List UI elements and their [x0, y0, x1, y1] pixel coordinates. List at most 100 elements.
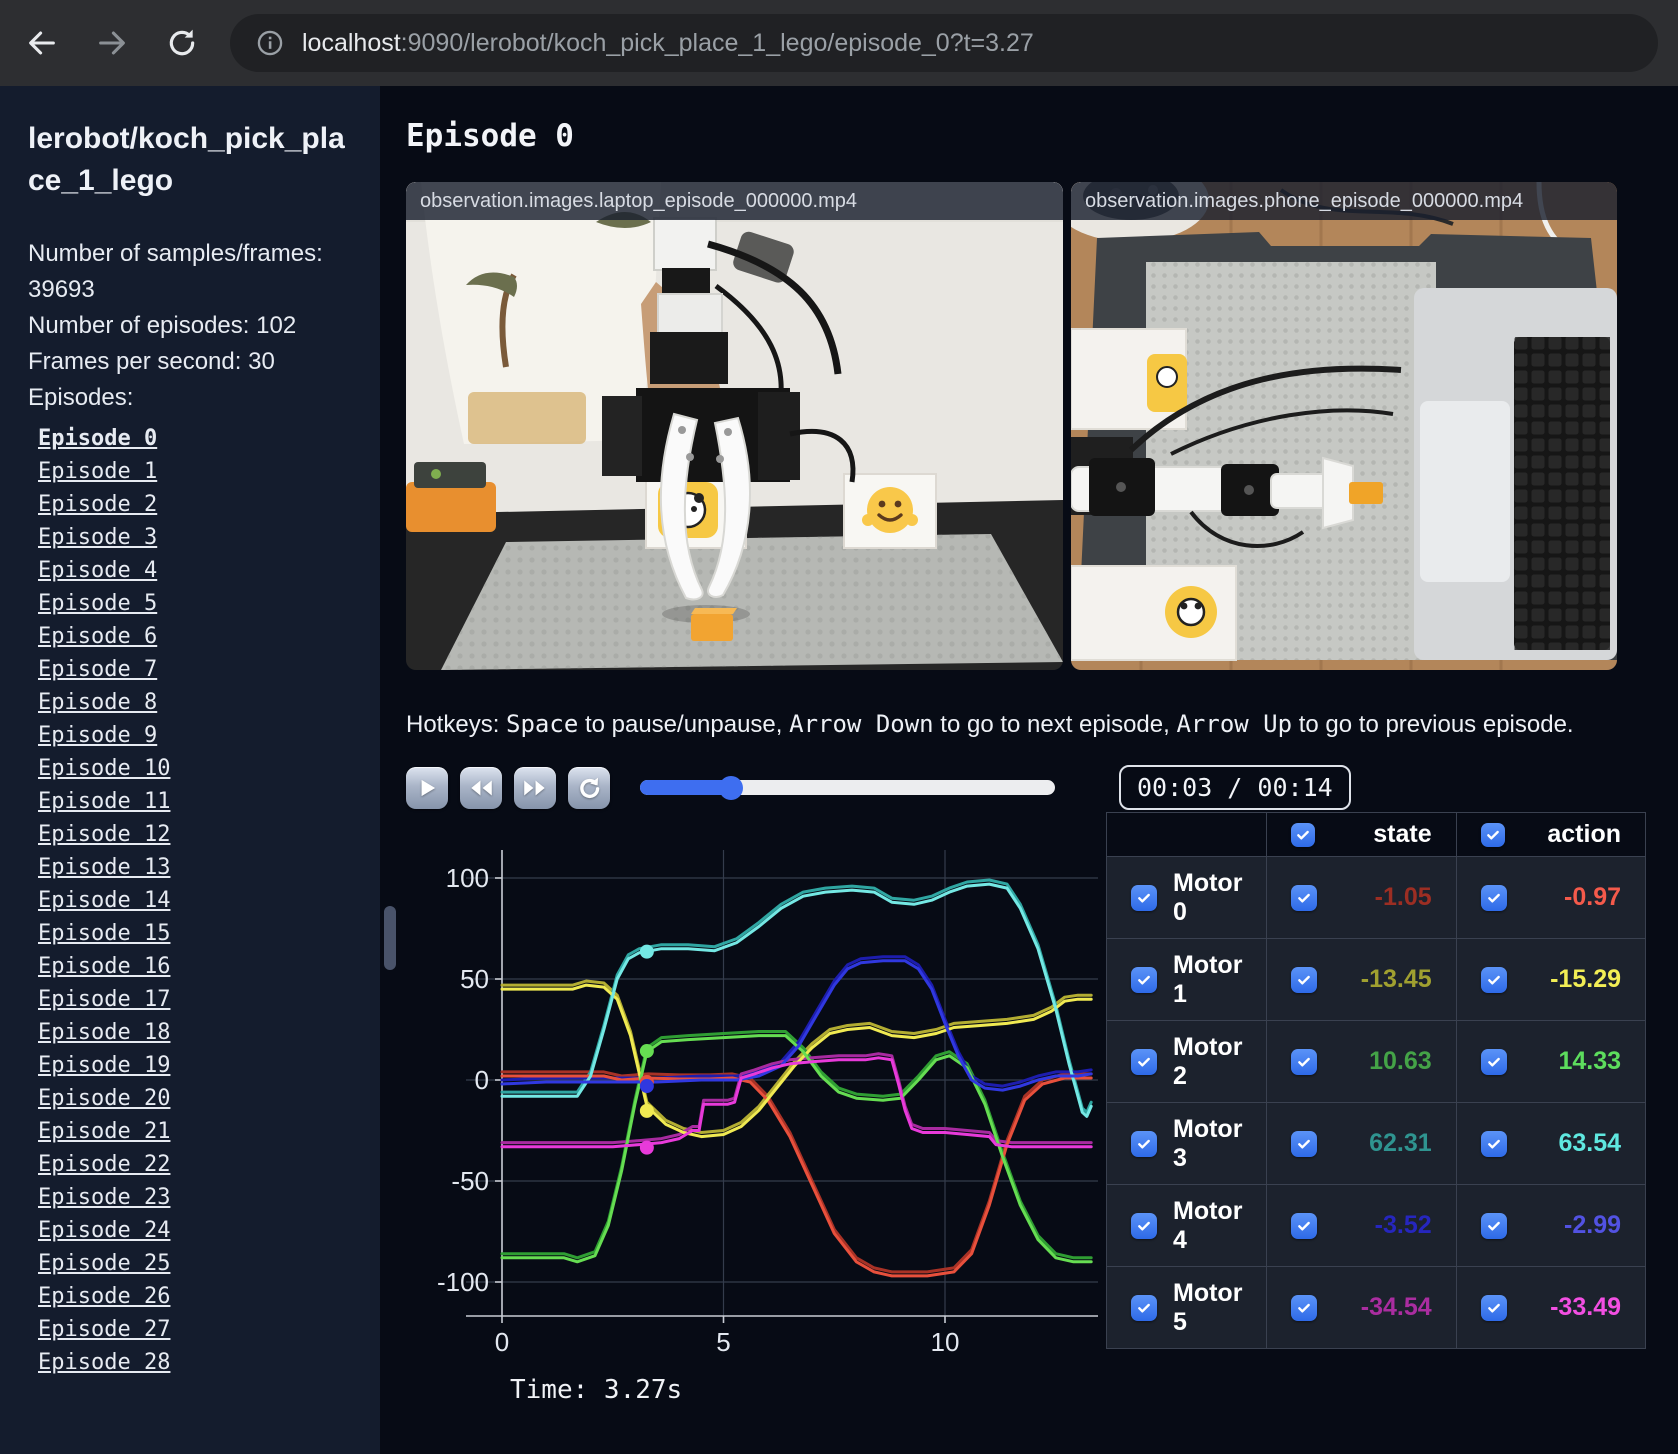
page-title: Episode 0: [406, 118, 574, 154]
svg-text:0: 0: [475, 1065, 489, 1095]
state-value: 62.31: [1369, 1129, 1432, 1157]
loop-button[interactable]: [568, 766, 610, 809]
checkbox[interactable]: [1291, 1130, 1318, 1157]
episode-link-episode-5[interactable]: Episode 5: [38, 591, 157, 616]
episode-link-episode-1[interactable]: Episode 1: [38, 459, 157, 484]
episode-link-episode-26[interactable]: Episode 26: [38, 1284, 170, 1309]
episode-link-episode-6[interactable]: Episode 6: [38, 624, 157, 649]
episode-list-item: Episode 27: [28, 1313, 354, 1346]
checkbox[interactable]: [1480, 884, 1507, 911]
forward-button[interactable]: [90, 21, 134, 65]
episode-list-item: Episode 25: [28, 1247, 354, 1280]
episode-link-episode-18[interactable]: Episode 18: [38, 1020, 170, 1045]
checkbox[interactable]: [1131, 1212, 1157, 1239]
episode-list-item: Episode 14: [28, 884, 354, 917]
checkbox[interactable]: [1480, 1212, 1507, 1239]
check-icon: [1487, 1221, 1500, 1231]
svg-text:100: 100: [446, 863, 489, 893]
checkbox[interactable]: [1480, 1294, 1507, 1321]
checkbox[interactable]: [1480, 966, 1507, 993]
episode-link-episode-20[interactable]: Episode 20: [38, 1086, 170, 1111]
episode-link-episode-3[interactable]: Episode 3: [38, 525, 157, 550]
checkbox[interactable]: [1291, 884, 1318, 911]
episode-link-episode-7[interactable]: Episode 7: [38, 657, 157, 682]
episode-link-episode-9[interactable]: Episode 9: [38, 723, 157, 748]
checkbox[interactable]: [1480, 1048, 1507, 1075]
column-header-state: state: [1373, 820, 1432, 848]
episode-link-episode-15[interactable]: Episode 15: [38, 921, 170, 946]
checkbox[interactable]: [1480, 1130, 1507, 1157]
checkbox[interactable]: [1291, 1212, 1318, 1239]
check-icon: [1138, 975, 1150, 985]
laptop-camera-frame: [406, 182, 1063, 670]
episode-link-episode-28[interactable]: Episode 28: [38, 1350, 170, 1375]
episode-link-episode-17[interactable]: Episode 17: [38, 987, 170, 1012]
episode-list-item: Episode 5: [28, 587, 354, 620]
episode-list-item: Episode 23: [28, 1181, 354, 1214]
reload-icon: [169, 29, 195, 56]
check-icon: [1487, 893, 1500, 903]
episode-link-episode-27[interactable]: Episode 27: [38, 1317, 170, 1342]
back-button[interactable]: [20, 21, 64, 65]
episode-link-episode-23[interactable]: Episode 23: [38, 1185, 170, 1210]
episode-link-episode-14[interactable]: Episode 14: [38, 888, 170, 913]
check-icon: [1297, 830, 1310, 840]
seek-slider-thumb[interactable]: [719, 775, 744, 800]
play-icon: [421, 779, 436, 796]
motor-label: Motor 5: [1173, 1278, 1243, 1336]
episode-link-episode-13[interactable]: Episode 13: [38, 855, 170, 880]
episode-link-episode-12[interactable]: Episode 12: [38, 822, 170, 847]
checkbox[interactable]: [1291, 966, 1318, 993]
column-header-action: action: [1547, 820, 1621, 848]
table-row: Motor 5 -34.54 -33.49: [1105, 1266, 1647, 1349]
check-icon: [1138, 893, 1150, 903]
episode-link-episode-25[interactable]: Episode 25: [38, 1251, 170, 1276]
checkbox[interactable]: [1131, 1130, 1157, 1157]
episode-link-episode-10[interactable]: Episode 10: [38, 756, 170, 781]
series-state-motor-5: [500, 1052, 1093, 1145]
reload-button[interactable]: [160, 21, 204, 65]
hotkey-key: Space: [506, 710, 579, 738]
episode-link-episode-22[interactable]: Episode 22: [38, 1152, 170, 1177]
checkbox[interactable]: [1131, 1294, 1157, 1321]
action-value: -15.29: [1550, 965, 1621, 993]
episode-list-item: Episode 12: [28, 818, 354, 851]
motor-label: Motor 0: [1173, 868, 1243, 926]
play-button[interactable]: [406, 766, 448, 809]
episode-link-episode-16[interactable]: Episode 16: [38, 954, 170, 979]
state-value: -3.52: [1374, 1211, 1432, 1239]
action-value: -0.97: [1564, 883, 1621, 911]
fast-forward-button[interactable]: [514, 766, 556, 809]
rewind-button[interactable]: [460, 766, 502, 809]
info-icon[interactable]: [256, 29, 284, 57]
episode-list-item: Episode 4: [28, 554, 354, 587]
svg-text:0: 0: [495, 1327, 509, 1354]
checkbox[interactable]: [1131, 966, 1157, 993]
checkbox[interactable]: [1291, 1294, 1318, 1321]
video-player-phone[interactable]: observation.images.phone_episode_000000.…: [1071, 182, 1617, 670]
checkbox[interactable]: [1291, 1048, 1318, 1075]
episode-link-episode-2[interactable]: Episode 2: [38, 492, 157, 517]
seek-slider[interactable]: [640, 775, 1055, 800]
checkbox[interactable]: [1131, 884, 1157, 911]
checkbox[interactable]: [1480, 822, 1505, 847]
address-bar[interactable]: localhost:9090/lerobot/koch_pick_place_1…: [230, 14, 1658, 72]
checkbox[interactable]: [1291, 822, 1316, 847]
motor-label: Motor 4: [1173, 1196, 1243, 1254]
episode-link-episode-19[interactable]: Episode 19: [38, 1053, 170, 1078]
episode-list-item: Episode 11: [28, 785, 354, 818]
episode-list-item: Episode 24: [28, 1214, 354, 1247]
motor-chart: 100 50 0 -50 -100 0 5 10 Time: 3.27s: [406, 834, 1106, 1405]
episode-link-episode-4[interactable]: Episode 4: [38, 558, 157, 583]
motor-table: state action Motor 0 -1.05 -0.97 Motor 1 -13.4…: [1105, 812, 1647, 1349]
check-icon: [1138, 1057, 1150, 1067]
checkbox[interactable]: [1131, 1048, 1157, 1075]
video-player-laptop[interactable]: observation.images.laptop_episode_000000…: [406, 182, 1063, 670]
svg-text:10: 10: [931, 1327, 960, 1354]
episode-link-episode-24[interactable]: Episode 24: [38, 1218, 170, 1243]
episode-link-episode-11[interactable]: Episode 11: [38, 789, 170, 814]
episode-link-episode-8[interactable]: Episode 8: [38, 690, 157, 715]
episode-link-episode-21[interactable]: Episode 21: [38, 1119, 170, 1144]
episode-list-item: Episode 28: [28, 1346, 354, 1379]
episode-link-episode-0[interactable]: Episode 0: [38, 426, 157, 451]
